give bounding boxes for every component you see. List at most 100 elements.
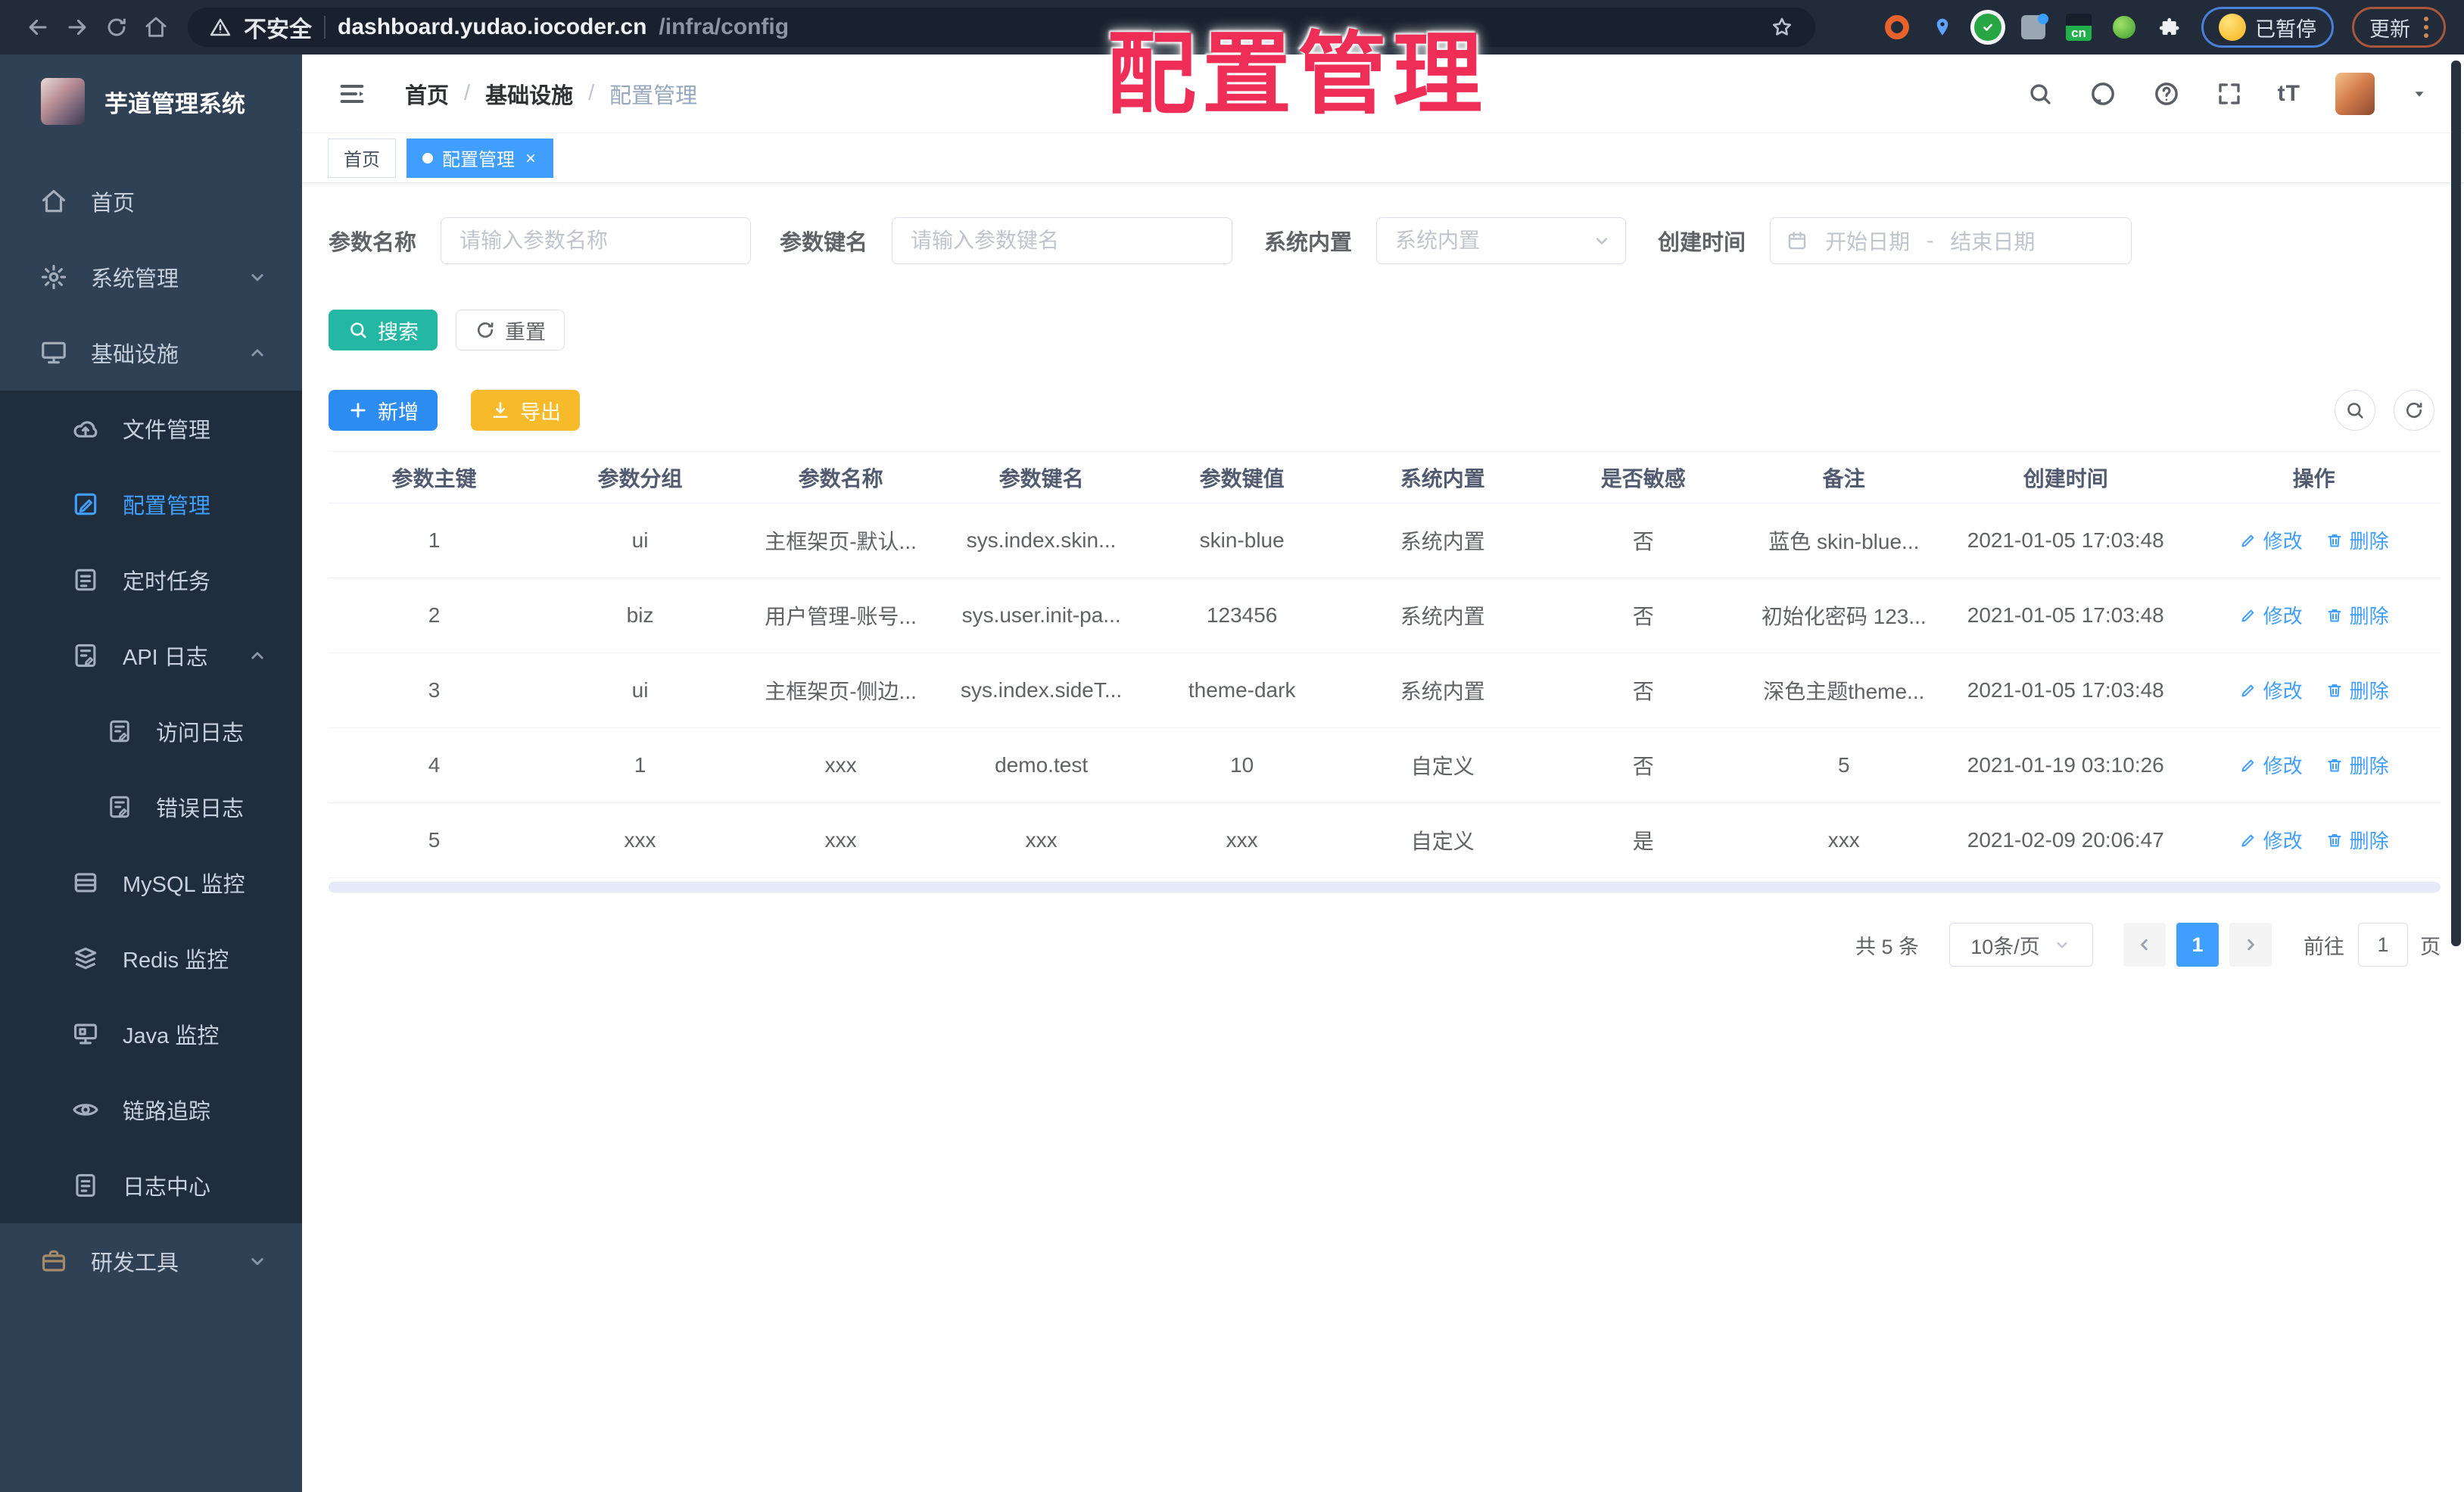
breadcrumb-home[interactable]: 首页 — [405, 78, 449, 110]
search-icon[interactable] — [2026, 80, 2054, 107]
refresh-icon — [475, 319, 496, 341]
font-size-icon[interactable]: tT — [2278, 81, 2300, 107]
cell-builtin: 系统内置 — [1342, 578, 1544, 653]
browser-forward-icon[interactable] — [58, 8, 97, 47]
delete-row-link[interactable]: 删除 — [2325, 526, 2389, 554]
document-icon — [71, 1171, 100, 1200]
builtin-select-input[interactable] — [1376, 217, 1627, 264]
param-key-input[interactable] — [892, 217, 1233, 264]
sidebar-item-file-management[interactable]: 文件管理 — [0, 391, 302, 466]
cell-param-id: 3 — [329, 653, 540, 728]
sidebar-item-access-logs[interactable]: 访问日志 — [0, 693, 302, 769]
delete-row-link[interactable]: 删除 — [2325, 676, 2389, 704]
cell-param-group: ui — [540, 503, 741, 578]
add-button[interactable]: 新增 — [329, 390, 438, 431]
sidebar-item-dev-tools[interactable]: 研发工具 — [0, 1223, 302, 1299]
created-time-label: 创建时间 — [1658, 231, 1746, 255]
cell-param-name: xxx — [740, 727, 942, 803]
date-end-placeholder[interactable]: 结束日期 — [1950, 226, 2035, 256]
scrollbar-thumb[interactable] — [2451, 61, 2461, 946]
browser-reload-icon[interactable] — [97, 8, 136, 47]
edit-row-link[interactable]: 修改 — [2239, 826, 2303, 854]
cell-remark: 蓝色 skin-blue... — [1743, 503, 1945, 578]
edit-row-link[interactable]: 修改 — [2239, 676, 2303, 704]
breadcrumb-infra[interactable]: 基础设施 — [485, 78, 573, 110]
sidebar-item-mysql-monitor[interactable]: MySQL 监控 — [0, 845, 302, 920]
edit-row-link[interactable]: 修改 — [2239, 751, 2303, 779]
cell-builtin: 系统内置 — [1342, 653, 1544, 728]
table-horizontal-scrollbar[interactable] — [329, 882, 2441, 892]
github-icon[interactable] — [2089, 79, 2117, 108]
edit-row-link[interactable]: 修改 — [2239, 526, 2303, 554]
update-button[interactable]: 更新 — [2352, 7, 2446, 48]
col-param-key: 参数键名 — [941, 451, 1142, 503]
extension-pin-icon[interactable] — [1929, 14, 1956, 41]
prev-page-button[interactable] — [2123, 923, 2166, 967]
delete-row-link[interactable]: 删除 — [2325, 601, 2389, 629]
bookmark-star-icon[interactable] — [1770, 15, 1794, 39]
export-button[interactable]: 导出 — [471, 390, 580, 431]
toggle-search-button[interactable] — [2335, 390, 2375, 431]
goto-label: 前往 — [2304, 935, 2344, 958]
cell-param-value: skin-blue — [1142, 503, 1343, 578]
sidebar-menu: 首页 系统管理 基础设施 文件管理 配置管理 定时任务 API 日志 访问日志 … — [0, 164, 302, 1299]
browser-back-icon[interactable] — [18, 8, 58, 47]
refresh-table-button[interactable] — [2394, 390, 2434, 431]
header-actions: tT — [2026, 72, 2429, 115]
sidebar-logo[interactable]: 芋道管理系统 — [0, 55, 302, 148]
page-1-button[interactable]: 1 — [2176, 923, 2219, 967]
next-page-button[interactable] — [2229, 923, 2272, 967]
tag-config-management[interactable]: 配置管理 — [407, 138, 553, 178]
cell-param-group: ui — [540, 653, 741, 728]
cell-param-name: xxx — [740, 802, 942, 878]
cell-param-key: demo.test — [941, 727, 1142, 803]
browser-menu-icon[interactable] — [2424, 17, 2428, 38]
cell-param-group: xxx — [540, 802, 741, 878]
sidebar-item-java-monitor[interactable]: Java 监控 — [0, 996, 302, 1072]
sidebar-item-error-logs[interactable]: 错误日志 — [0, 769, 302, 845]
tag-home[interactable]: 首页 — [328, 138, 396, 178]
database-icon — [71, 868, 100, 897]
date-range-picker[interactable]: 开始日期 - 结束日期 — [1770, 217, 2132, 264]
cell-actions: 修改 删除 — [2187, 653, 2441, 728]
fullscreen-icon[interactable] — [2216, 80, 2243, 107]
security-label[interactable]: 不安全 — [244, 11, 312, 44]
breadcrumb-separator: / — [464, 81, 471, 105]
sidebar-item-tracing[interactable]: 链路追踪 — [0, 1072, 302, 1148]
hamburger-icon[interactable] — [337, 79, 367, 109]
sidebar-item-scheduled-tasks[interactable]: 定时任务 — [0, 542, 302, 618]
extension-cn-icon[interactable]: cn — [2065, 14, 2092, 41]
sidebar-item-home[interactable]: 首页 — [0, 164, 302, 239]
address-bar[interactable]: 不安全 dashboard.yudao.iocoder.cn/infra/con… — [188, 8, 1815, 47]
sidebar-item-log-center[interactable]: 日志中心 — [0, 1148, 302, 1223]
extensions-puzzle-icon[interactable] — [2156, 14, 2183, 41]
extension-gray-icon[interactable] — [2020, 14, 2048, 41]
param-name-input[interactable] — [441, 217, 752, 264]
help-icon[interactable] — [2152, 79, 2181, 108]
search-button[interactable]: 搜索 — [329, 310, 438, 350]
breadcrumb-separator: / — [588, 81, 595, 105]
col-actions: 操作 — [2187, 451, 2441, 503]
edit-row-link[interactable]: 修改 — [2239, 601, 2303, 629]
sidebar-item-infra[interactable]: 基础设施 — [0, 315, 302, 391]
extension-orange-icon[interactable] — [1883, 14, 1911, 41]
builtin-select[interactable] — [1376, 217, 1627, 264]
extension-green-icon[interactable] — [2110, 14, 2138, 41]
sidebar-item-api-logs[interactable]: API 日志 — [0, 618, 302, 693]
extension-green-check-icon[interactable] — [1974, 14, 2001, 41]
sidebar-item-redis-monitor[interactable]: Redis 监控 — [0, 920, 302, 996]
goto-page-input[interactable] — [2358, 923, 2408, 967]
delete-row-link[interactable]: 删除 — [2325, 751, 2389, 779]
sidebar-item-system[interactable]: 系统管理 — [0, 239, 302, 315]
browser-home-icon[interactable] — [136, 8, 176, 47]
sidebar-item-config-management[interactable]: 配置管理 — [0, 466, 302, 542]
user-avatar[interactable] — [2335, 72, 2375, 115]
delete-row-link[interactable]: 删除 — [2325, 826, 2389, 854]
paused-status-pill[interactable]: 已暂停 — [2201, 7, 2334, 48]
date-start-placeholder[interactable]: 开始日期 — [1825, 226, 1910, 256]
reset-button[interactable]: 重置 — [456, 310, 565, 350]
page-size-select[interactable]: 10条/页 — [1949, 923, 2093, 967]
caret-down-icon[interactable] — [2409, 84, 2429, 104]
cell-actions: 修改 删除 — [2187, 578, 2441, 653]
close-icon[interactable] — [524, 151, 537, 165]
